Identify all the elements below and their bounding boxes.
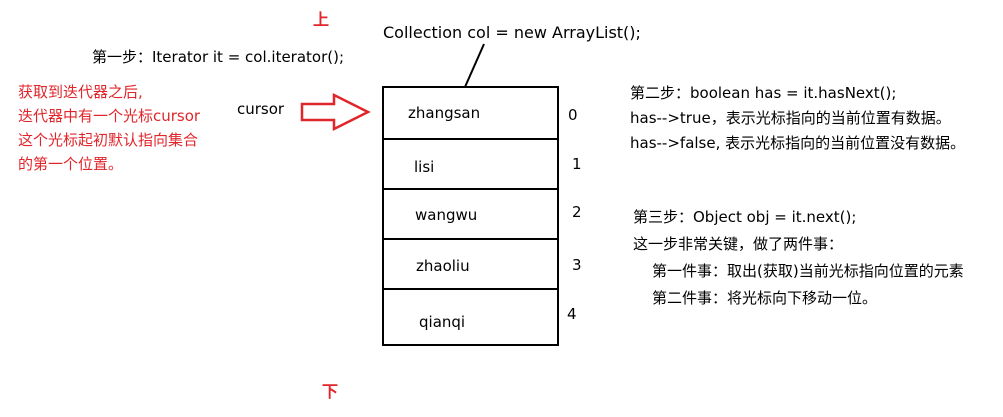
element-index: 2 <box>572 203 582 221</box>
step2-line: 第二步：boolean has = it.hasNext(); <box>630 84 897 102</box>
element-index: 3 <box>572 256 582 274</box>
cursor-arrow-icon <box>300 92 371 132</box>
element-index: 4 <box>567 305 577 323</box>
element-value: wangwu <box>415 206 478 224</box>
connector-line <box>464 43 485 88</box>
element-value: zhangsan <box>408 104 481 122</box>
element-index: 1 <box>572 155 582 173</box>
element-value: lisi <box>414 158 435 176</box>
element-value: zhaoliu <box>416 257 470 275</box>
element-value: qianqi <box>419 313 466 331</box>
step3-line: 第二件事：将光标向下移动一位。 <box>652 289 878 307</box>
element-index: 0 <box>568 106 578 124</box>
step2-line: has-->false, 表示光标指向的当前位置没有数据。 <box>630 134 966 152</box>
step3-heading: 第三步：Object obj = it.next(); <box>633 208 857 226</box>
step2-line: has-->true，表示光标指向的当前位置有数据。 <box>630 109 951 127</box>
step3-line: 第一件事：取出(获取)当前光标指向位置的元素 <box>652 262 964 280</box>
step2-block: 第二步：boolean has = it.hasNext(); has-->tr… <box>630 81 965 156</box>
step3-line: 这一步非常关键，做了两件事： <box>633 235 844 253</box>
